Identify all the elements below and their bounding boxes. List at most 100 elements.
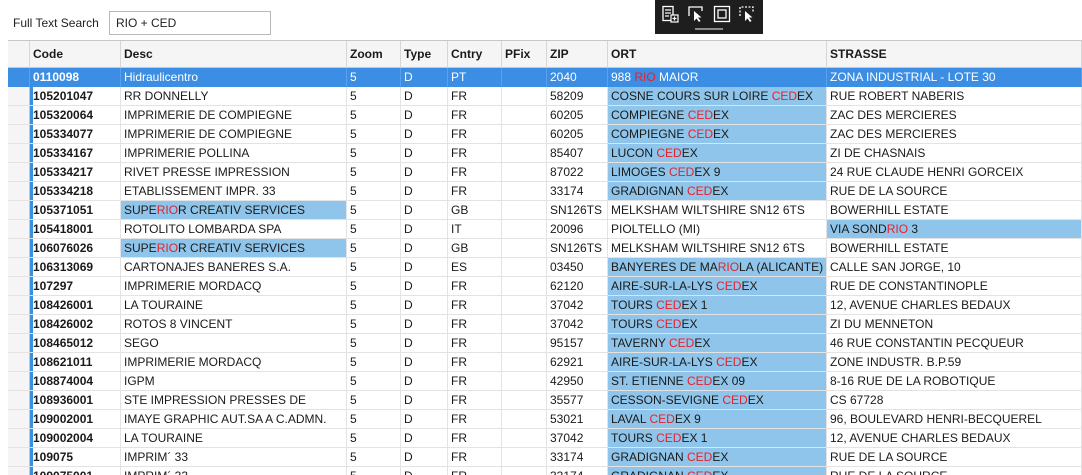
- table-row[interactable]: 109002004 LA TOURAINE 5 D FR 37042 TOURS CEDEX…: [8, 429, 1082, 448]
- cell-zip[interactable]: 20096: [547, 220, 608, 239]
- table-row[interactable]: 108936001 STE IMPRESSION PRESSES DE 5 D FR 35…: [8, 391, 1082, 410]
- cell-cntry[interactable]: FR: [448, 182, 502, 201]
- cell-pfix[interactable]: [502, 239, 547, 258]
- table-row[interactable]: 109002001 IMAYE GRAPHIC AUT.SA A C.ADMN. 5…: [8, 410, 1082, 429]
- cell-code[interactable]: 105334218: [30, 182, 121, 201]
- row-indicator[interactable]: [8, 125, 30, 144]
- row-indicator[interactable]: [8, 467, 30, 475]
- row-indicator[interactable]: [8, 87, 30, 106]
- cell-code[interactable]: 105334167: [30, 144, 121, 163]
- cell-code[interactable]: 105371051: [30, 201, 121, 220]
- cell-zoom[interactable]: 5: [347, 87, 401, 106]
- row-indicator[interactable]: [8, 220, 30, 239]
- cell-zip[interactable]: 60205: [547, 125, 608, 144]
- row-indicator[interactable]: [8, 106, 30, 125]
- cell-strasse[interactable]: 12, AVENUE CHARLES BEDAUX: [827, 296, 1082, 315]
- cell-zip[interactable]: 87022: [547, 163, 608, 182]
- row-indicator[interactable]: [8, 334, 30, 353]
- cell-code[interactable]: 108621011: [30, 353, 121, 372]
- select-window-icon[interactable]: [686, 4, 706, 24]
- cell-cntry[interactable]: FR: [448, 277, 502, 296]
- table-row[interactable]: 107297 IMPRIMERIE MORDACQ 5 D FR 62120 AIRE-SU…: [8, 277, 1082, 296]
- cell-pfix[interactable]: [502, 125, 547, 144]
- row-indicator[interactable]: [8, 448, 30, 467]
- table-row[interactable]: 0110098 Hidraulicentro 5 D PT 2040 988 RIO MAI…: [8, 68, 1082, 87]
- cell-zip[interactable]: 95157: [547, 334, 608, 353]
- cell-type[interactable]: D: [401, 220, 448, 239]
- cell-desc[interactable]: CARTONAJES BANERES S.A.: [121, 258, 347, 277]
- cell-zoom[interactable]: 5: [347, 201, 401, 220]
- cell-zip[interactable]: 37042: [547, 296, 608, 315]
- cell-strasse[interactable]: 46 RUE CONSTANTIN PECQUEUR: [827, 334, 1082, 353]
- cell-cntry[interactable]: FR: [448, 410, 502, 429]
- cell-ort[interactable]: LAVAL CEDEX 9: [608, 410, 827, 429]
- cell-type[interactable]: D: [401, 125, 448, 144]
- cell-strasse[interactable]: RUE ROBERT NABERIS: [827, 87, 1082, 106]
- cell-type[interactable]: D: [401, 353, 448, 372]
- cell-zip[interactable]: 03450: [547, 258, 608, 277]
- row-indicator[interactable]: [8, 372, 30, 391]
- row-indicator[interactable]: [8, 315, 30, 334]
- cell-zip[interactable]: 33174: [547, 448, 608, 467]
- cell-strasse[interactable]: 96, BOULEVARD HENRI-BECQUEREL: [827, 410, 1082, 429]
- full-text-search-input[interactable]: [109, 11, 271, 35]
- cell-ort[interactable]: TOURS CEDEX 1: [608, 296, 827, 315]
- cell-zoom[interactable]: 5: [347, 239, 401, 258]
- cell-pfix[interactable]: [502, 106, 547, 125]
- cell-code[interactable]: 107297: [30, 277, 121, 296]
- toolbar-drag-grip[interactable]: [695, 28, 723, 30]
- cell-zoom[interactable]: 5: [347, 448, 401, 467]
- cell-zip[interactable]: 33174: [547, 182, 608, 201]
- row-indicator[interactable]: [8, 277, 30, 296]
- cell-ort[interactable]: GRADIGNAN CEDEX: [608, 448, 827, 467]
- cell-ort[interactable]: LIMOGES CEDEX 9: [608, 163, 827, 182]
- select-region-icon[interactable]: [737, 4, 757, 24]
- cell-zoom[interactable]: 5: [347, 220, 401, 239]
- cell-code[interactable]: 0110098: [30, 68, 121, 87]
- row-indicator[interactable]: [8, 201, 30, 220]
- cell-ort[interactable]: LUCON CEDEX: [608, 144, 827, 163]
- cell-code[interactable]: 106313069: [30, 258, 121, 277]
- row-indicator[interactable]: [8, 296, 30, 315]
- cell-cntry[interactable]: FR: [448, 391, 502, 410]
- table-row[interactable]: 109075 IMPRIM´ 33 5 D FR 33174 GRADIGNAN CEDEX…: [8, 448, 1082, 467]
- cell-desc[interactable]: IMPRIM´ 33: [121, 467, 347, 475]
- cell-cntry[interactable]: FR: [448, 372, 502, 391]
- cell-desc[interactable]: STE IMPRESSION PRESSES DE: [121, 391, 347, 410]
- cell-ort[interactable]: BANYERES DE MARIOLA (ALICANTE): [608, 258, 827, 277]
- cell-type[interactable]: D: [401, 429, 448, 448]
- column-header-type[interactable]: Type: [401, 41, 448, 68]
- cell-strasse[interactable]: CALLE SAN JORGE, 10: [827, 258, 1082, 277]
- cell-strasse[interactable]: 8-16 RUE DE LA ROBOTIQUE: [827, 372, 1082, 391]
- cell-type[interactable]: D: [401, 87, 448, 106]
- cell-strasse[interactable]: ZAC DES MERCIERES: [827, 125, 1082, 144]
- cell-zoom[interactable]: 5: [347, 391, 401, 410]
- cell-desc[interactable]: LA TOURAINE: [121, 429, 347, 448]
- cell-zip[interactable]: 85407: [547, 144, 608, 163]
- cell-desc[interactable]: IMPRIMERIE MORDACQ: [121, 353, 347, 372]
- cell-zoom[interactable]: 5: [347, 429, 401, 448]
- cell-zip[interactable]: 62120: [547, 277, 608, 296]
- cell-zip[interactable]: 37042: [547, 315, 608, 334]
- fullscreen-icon[interactable]: [712, 4, 732, 24]
- cell-type[interactable]: D: [401, 467, 448, 475]
- cell-pfix[interactable]: [502, 201, 547, 220]
- cell-code[interactable]: 108426002: [30, 315, 121, 334]
- cell-type[interactable]: D: [401, 163, 448, 182]
- row-indicator[interactable]: [8, 353, 30, 372]
- row-indicator[interactable]: [8, 144, 30, 163]
- cell-pfix[interactable]: [502, 353, 547, 372]
- cell-code[interactable]: 106076026: [30, 239, 121, 258]
- cell-code[interactable]: 109002004: [30, 429, 121, 448]
- cell-cntry[interactable]: FR: [448, 334, 502, 353]
- column-header-ort[interactable]: ORT: [608, 41, 827, 68]
- cell-pfix[interactable]: [502, 315, 547, 334]
- cell-cntry[interactable]: FR: [448, 353, 502, 372]
- cell-ort[interactable]: MELKSHAM WILTSHIRE SN12 6TS: [608, 239, 827, 258]
- cell-type[interactable]: D: [401, 334, 448, 353]
- cell-strasse[interactable]: 12, AVENUE CHARLES BEDAUX: [827, 429, 1082, 448]
- column-header-strasse[interactable]: STRASSE: [827, 41, 1082, 68]
- cell-cntry[interactable]: FR: [448, 429, 502, 448]
- table-row[interactable]: 108465012 SEGO 5 D FR 95157 TAVERNY CEDEX 46 RU…: [8, 334, 1082, 353]
- cell-zip[interactable]: 58209: [547, 87, 608, 106]
